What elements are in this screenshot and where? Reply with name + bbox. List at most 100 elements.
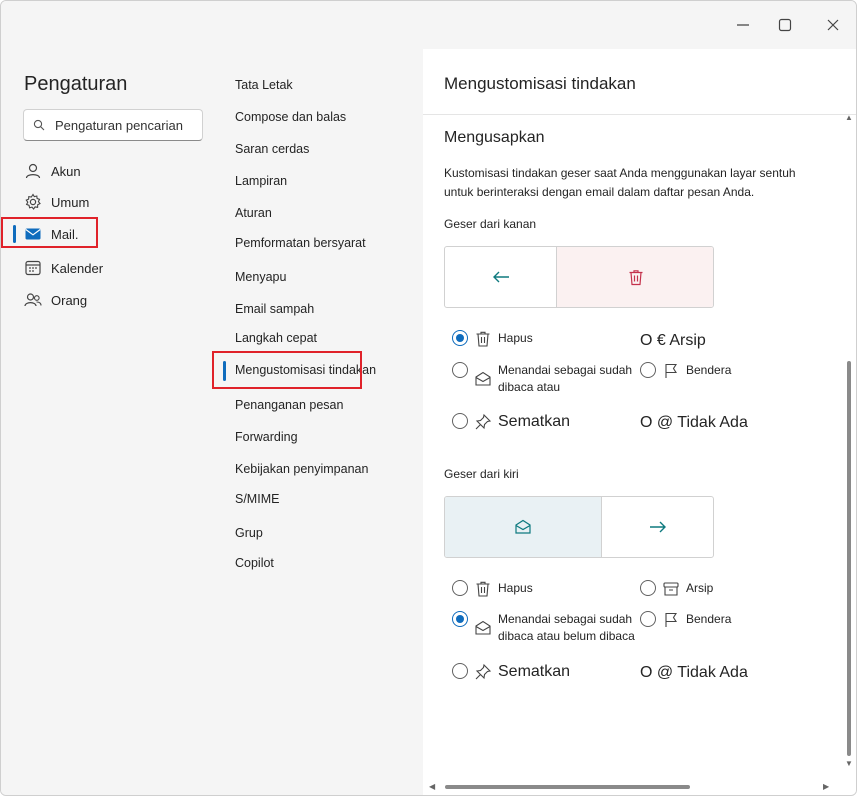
pin-icon bbox=[474, 413, 492, 431]
left-option-pin[interactable]: Sematkan bbox=[452, 663, 570, 681]
mid-item-layout[interactable]: Tata Letak bbox=[235, 78, 293, 92]
right-option-flag[interactable]: Bendera bbox=[640, 362, 731, 380]
scroll-up-icon[interactable]: ▲ bbox=[845, 113, 853, 122]
mail-open-icon bbox=[474, 370, 492, 388]
scrollbar-thumb[interactable] bbox=[445, 785, 690, 789]
sidebar-item-calendar[interactable]: Kalender bbox=[1, 253, 223, 283]
right-option-delete[interactable]: Hapus bbox=[452, 330, 533, 348]
mid-item-copilot[interactable]: Copilot bbox=[235, 556, 274, 570]
scroll-left-icon[interactable]: ◀ bbox=[429, 782, 435, 791]
option-label: Menandai sebagai sudah dibaca atau belum… bbox=[498, 612, 635, 643]
mid-item-forwarding[interactable]: Forwarding bbox=[235, 430, 298, 444]
mid-item-sweep[interactable]: Menyapu bbox=[235, 270, 286, 284]
left-option-mark-read[interactable]: Menandai sebagai sudah dibaca atau belum… bbox=[452, 611, 658, 645]
right-swipe-preview bbox=[444, 246, 714, 308]
mid-item-conditional-formatting[interactable]: Pemformatan bersyarat bbox=[235, 236, 366, 250]
mid-item-smart-suggestions[interactable]: Saran cerdas bbox=[235, 142, 309, 156]
right-option-none[interactable]: O @ Tidak Ada bbox=[640, 414, 748, 432]
left-swipe-preview bbox=[444, 496, 714, 558]
left-option-delete[interactable]: Hapus bbox=[452, 580, 533, 598]
section-description: Kustomisasi tindakan geser saat Anda men… bbox=[444, 166, 796, 199]
scroll-right-icon[interactable]: ▶ bbox=[823, 782, 829, 791]
vertical-scrollbar[interactable]: ▲ ▼ bbox=[844, 111, 854, 771]
mid-item-quick-steps[interactable]: Langkah cepat bbox=[235, 331, 317, 345]
close-icon bbox=[827, 19, 839, 31]
right-option-archive[interactable]: O € Arsip bbox=[640, 332, 706, 350]
option-label: Sematkan bbox=[498, 663, 571, 680]
radio-button[interactable] bbox=[640, 580, 656, 596]
horizontal-scrollbar[interactable]: ◀ ▶ bbox=[427, 781, 833, 793]
delete-icon bbox=[474, 330, 492, 348]
settings-window: Pengaturan Pengaturan pencarian Akun Umu… bbox=[0, 0, 857, 796]
mail-open-icon bbox=[515, 519, 531, 534]
highlight-box bbox=[212, 351, 362, 389]
left-swipe-label: Geser dari kiri bbox=[444, 467, 519, 481]
title-bar bbox=[1, 1, 856, 49]
option-label: Menandai sebagai sudah dibaca atau bbox=[498, 363, 633, 394]
radio-button[interactable] bbox=[452, 663, 468, 679]
preview-message-area bbox=[445, 247, 556, 307]
customize-actions-panel: Mengustomisasi tindakan Mengusapkan Kust… bbox=[423, 49, 856, 795]
page-title: Mengustomisasi tindakan bbox=[444, 74, 636, 93]
left-option-none[interactable]: O @ Tidak Ada bbox=[640, 664, 748, 682]
delete-icon bbox=[629, 269, 642, 285]
scroll-down-icon[interactable]: ▼ bbox=[845, 759, 853, 768]
settings-sidebar: Pengaturan Pengaturan pencarian Akun Umu… bbox=[1, 49, 223, 795]
mid-item-smime[interactable]: S/MIME bbox=[235, 492, 279, 506]
option-label: Sematkan bbox=[498, 413, 571, 430]
section-title: Mengusapkan bbox=[444, 129, 545, 146]
radio-button[interactable] bbox=[640, 611, 656, 627]
option-label: Hapus bbox=[498, 331, 533, 345]
preview-action-mark-read bbox=[445, 497, 601, 557]
radio-button[interactable] bbox=[640, 362, 656, 378]
search-icon bbox=[33, 119, 45, 131]
arrow-left-icon bbox=[492, 271, 509, 283]
preview-action-delete bbox=[557, 247, 713, 307]
mid-item-retention-policies[interactable]: Kebijakan penyimpanan bbox=[235, 462, 368, 476]
maximize-icon bbox=[778, 18, 792, 32]
sidebar-item-general[interactable]: Umum bbox=[1, 187, 223, 217]
scrollbar-thumb[interactable] bbox=[847, 361, 851, 756]
flag-icon bbox=[662, 362, 680, 380]
radio-button[interactable] bbox=[452, 413, 468, 429]
minimize-button[interactable] bbox=[731, 13, 755, 37]
maximize-button[interactable] bbox=[773, 13, 797, 37]
right-option-pin[interactable]: Sematkan bbox=[452, 413, 570, 431]
mail-open-icon bbox=[474, 619, 492, 637]
option-label: Bendera bbox=[686, 612, 732, 626]
search-placeholder: Pengaturan pencarian bbox=[55, 117, 183, 133]
radio-button[interactable] bbox=[452, 330, 468, 346]
people-icon bbox=[24, 291, 42, 309]
sidebar-item-people[interactable]: Orang bbox=[1, 285, 223, 315]
option-label: Arsip bbox=[686, 581, 714, 595]
right-swipe-label: Geser dari kanan bbox=[444, 217, 537, 231]
calendar-icon bbox=[24, 259, 42, 277]
close-button[interactable] bbox=[821, 13, 845, 37]
radio-button[interactable] bbox=[452, 580, 468, 596]
mid-item-groups[interactable]: Grup bbox=[235, 526, 263, 540]
radio-button[interactable] bbox=[452, 611, 468, 627]
search-input[interactable]: Pengaturan pencarian bbox=[23, 109, 203, 141]
panel-header: Mengustomisasi tindakan bbox=[423, 49, 856, 115]
mid-item-rules[interactable]: Aturan bbox=[235, 206, 272, 220]
mail-settings-list: Tata Letak Compose dan balas Saran cerda… bbox=[212, 49, 423, 795]
highlight-box bbox=[1, 217, 98, 248]
mid-item-junk-email[interactable]: Email sampah bbox=[235, 302, 314, 316]
gear-icon bbox=[24, 193, 42, 211]
left-option-flag[interactable]: Bendera bbox=[640, 611, 731, 629]
mid-item-compose[interactable]: Compose dan balas bbox=[235, 110, 346, 124]
preview-message-area bbox=[602, 497, 713, 557]
mid-item-message-handling[interactable]: Penanganan pesan bbox=[235, 398, 343, 412]
pin-icon bbox=[474, 663, 492, 681]
arrow-right-icon bbox=[650, 521, 666, 533]
sidebar-item-label: Umum bbox=[51, 194, 90, 210]
mid-item-attachments[interactable]: Lampiran bbox=[235, 174, 287, 188]
sidebar-item-label: Orang bbox=[51, 292, 88, 308]
right-option-mark-read[interactable]: Menandai sebagai sudah dibaca atau bbox=[452, 362, 636, 396]
flag-icon bbox=[662, 611, 680, 629]
radio-button[interactable] bbox=[452, 362, 468, 378]
sidebar-item-label: Akun bbox=[51, 163, 81, 179]
sidebar-item-account[interactable]: Akun bbox=[1, 156, 223, 186]
minimize-icon bbox=[737, 24, 749, 26]
left-option-archive[interactable]: Arsip bbox=[640, 580, 713, 598]
